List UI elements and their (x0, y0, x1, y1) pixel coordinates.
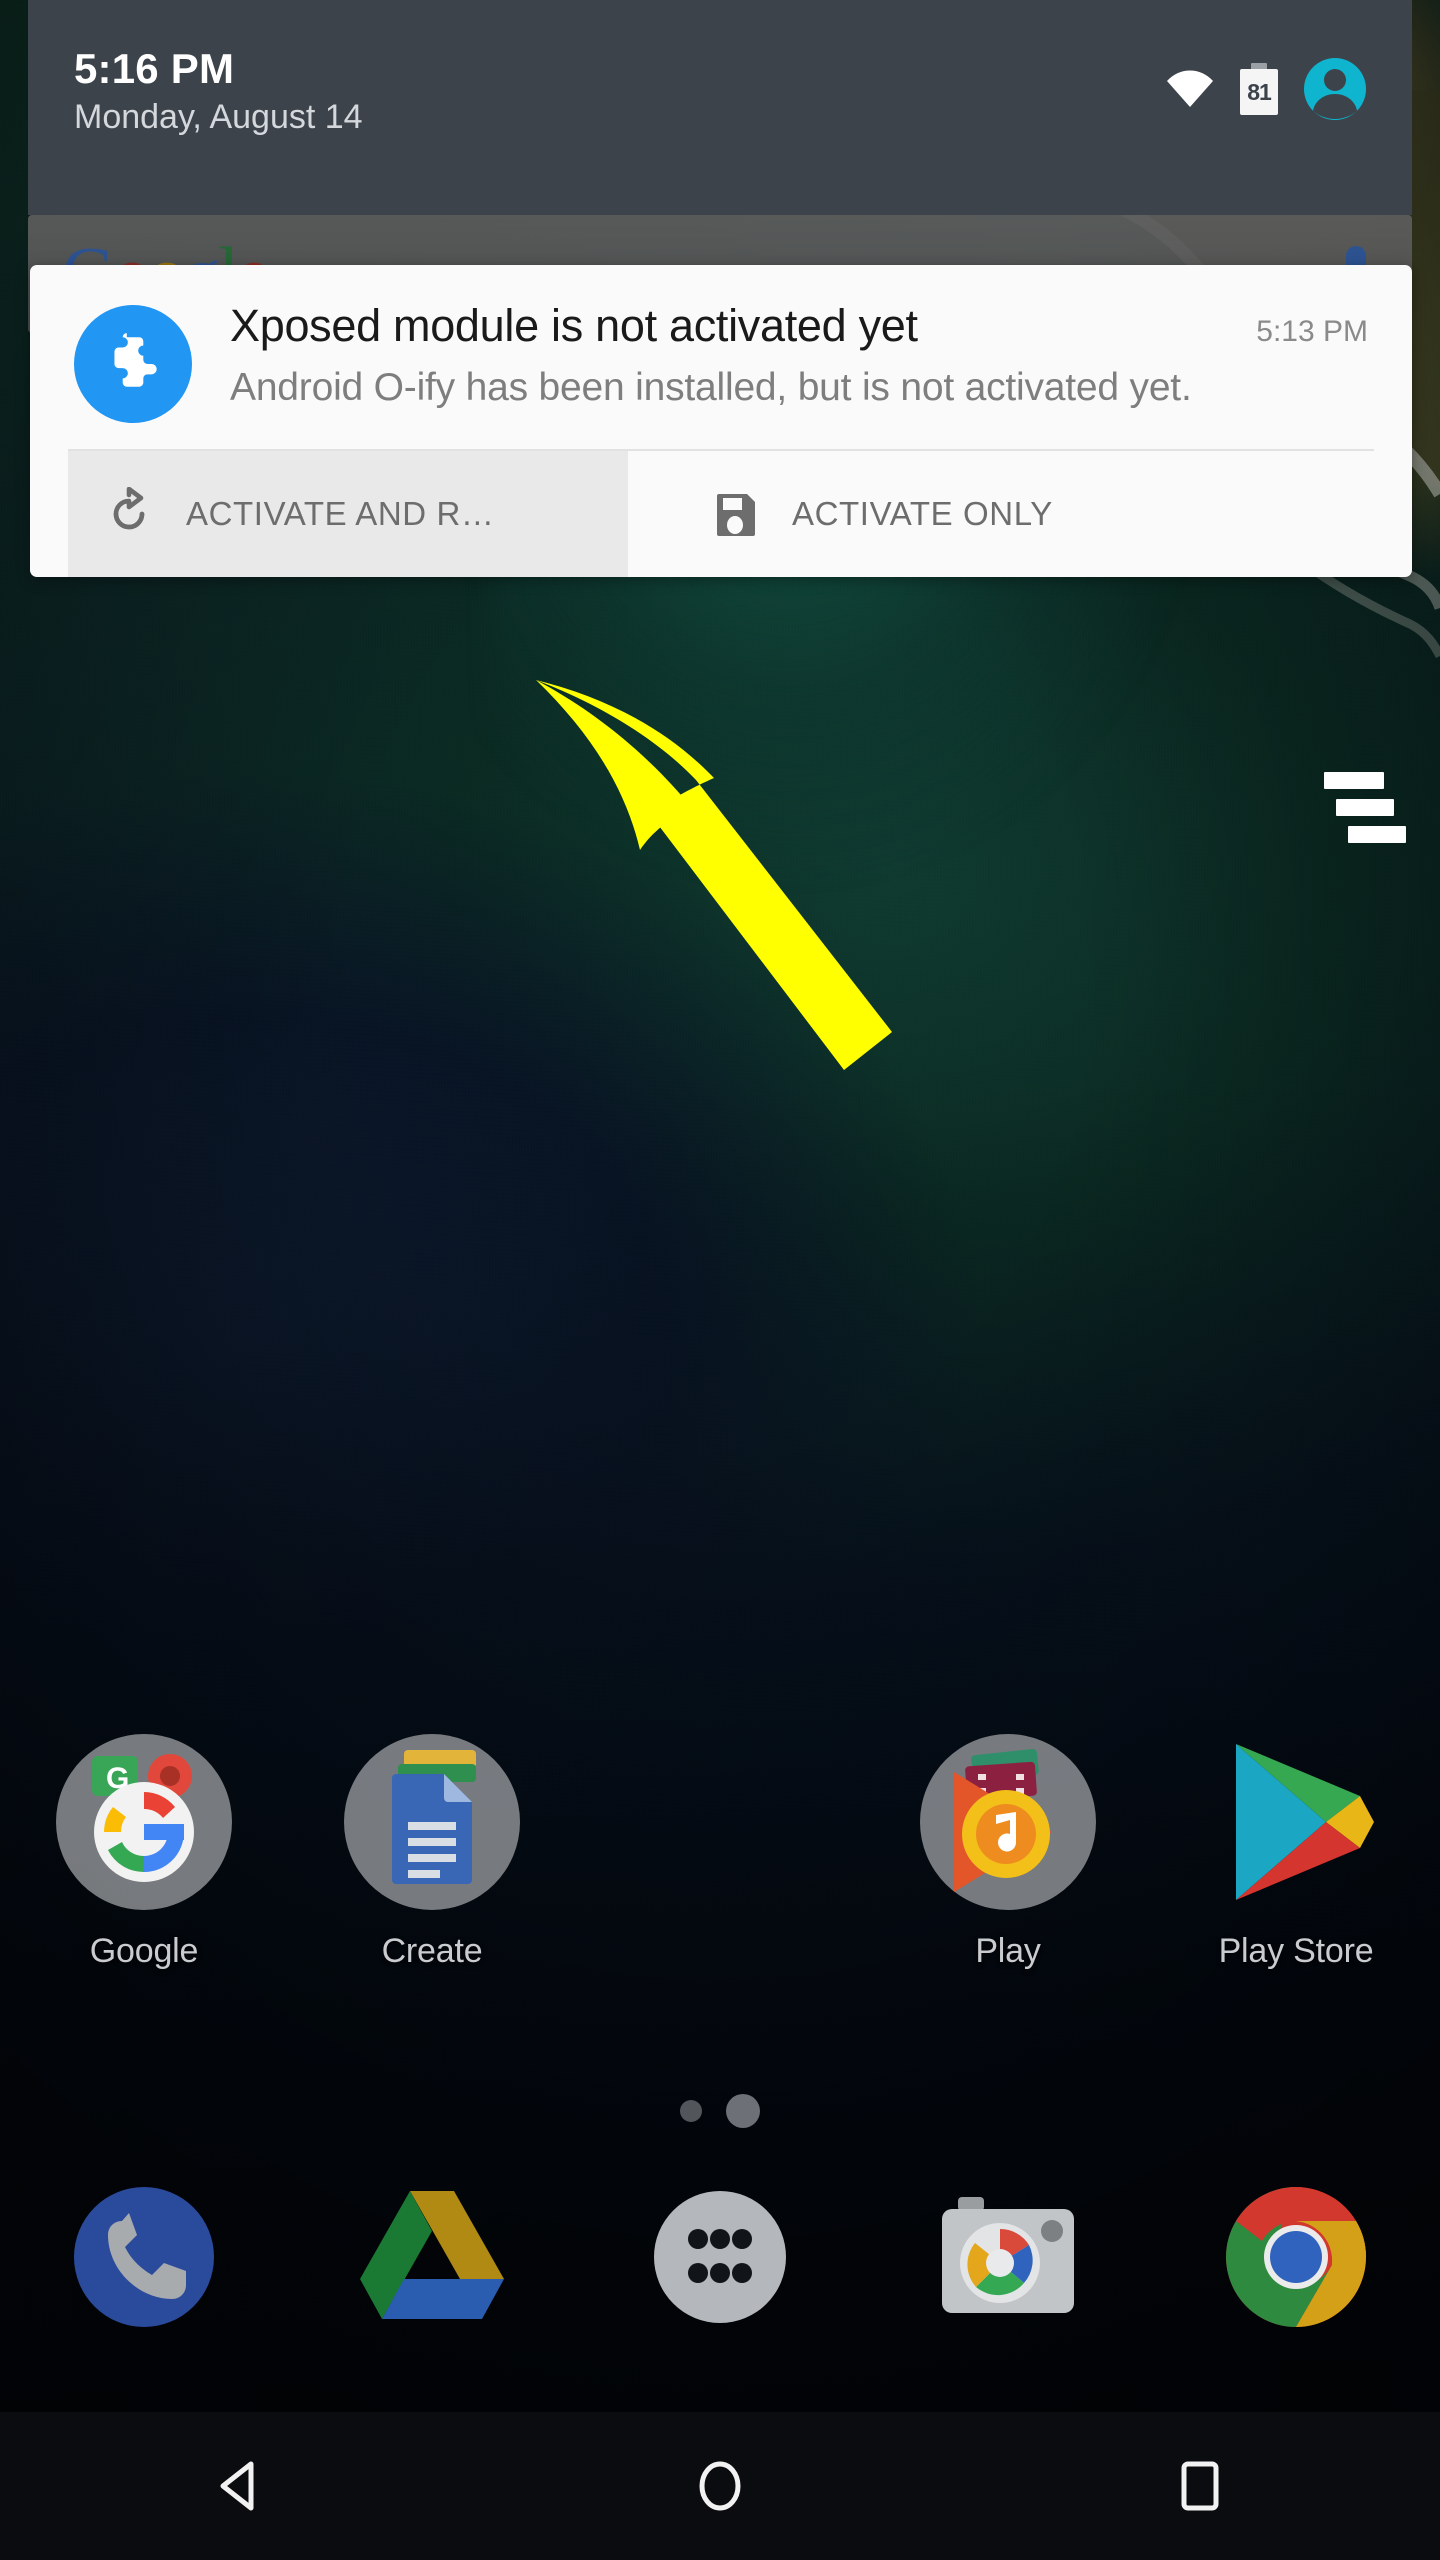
save-floppy-icon (708, 487, 762, 541)
app-play-store[interactable]: Play Store (1152, 1734, 1440, 2034)
home-screen-app-row: G Google Create Play Play Store (0, 1734, 1440, 2034)
dock-phone[interactable] (0, 2177, 288, 2337)
nav-recents-button[interactable] (960, 2456, 1440, 2516)
app-label-create: Create (381, 1932, 483, 1970)
logo-bar-1 (1324, 772, 1384, 789)
app-drawer-icon (640, 2177, 800, 2337)
notification-title: Xposed module is not activated yet (230, 300, 918, 351)
notification-actions: ACTIVATE AND R… ACTIVATE ONLY (30, 451, 1412, 577)
empty-slot-icon (632, 1734, 808, 1910)
dock-drive[interactable] (288, 2177, 576, 2337)
wifi-icon (1166, 69, 1214, 109)
dock-app-drawer[interactable] (576, 2177, 864, 2337)
battery-level-text: 81 (1247, 78, 1272, 105)
activate-only-button[interactable]: ACTIVATE ONLY (674, 451, 1087, 577)
nav-back-button[interactable] (0, 2456, 480, 2516)
clock-block: 5:16 PM Monday, August 14 (74, 45, 363, 136)
logo-bar-2 (1336, 799, 1394, 816)
page-dot-2-active[interactable] (726, 2094, 760, 2128)
notification-shade-header: 5:16 PM Monday, August 14 81 (28, 0, 1412, 215)
nav-home-button[interactable] (480, 2456, 960, 2516)
navigation-bar (0, 2412, 1440, 2560)
play-folder-icon (920, 1734, 1096, 1910)
notification-content: Xposed module is not activated yet 5:13 … (30, 265, 1412, 449)
three-bars-logo-icon (1302, 772, 1412, 850)
page-indicator (0, 2094, 1440, 2128)
status-date: Monday, August 14 (74, 98, 363, 136)
user-avatar-icon[interactable] (1304, 58, 1366, 120)
camera-icon (928, 2177, 1088, 2337)
notification-card[interactable]: Xposed module is not activated yet 5:13 … (30, 265, 1412, 577)
app-google-folder[interactable]: G Google (0, 1734, 288, 2034)
activate-and-reboot-label: ACTIVATE AND R… (186, 495, 495, 532)
recents-square-icon (1170, 2456, 1230, 2516)
app-play-folder[interactable]: Play (864, 1734, 1152, 2034)
dock-camera[interactable] (864, 2177, 1152, 2337)
refresh-reboot-icon (102, 487, 156, 541)
app-create-folder[interactable]: Create (288, 1734, 576, 2034)
google-drive-icon (352, 2177, 512, 2337)
google-folder-icon: G (56, 1734, 232, 1910)
status-icons: 81 (1166, 58, 1366, 120)
activate-only-label: ACTIVATE ONLY (792, 495, 1053, 532)
home-circle-icon (690, 2456, 750, 2516)
app-label-play: Play (975, 1932, 1041, 1970)
page-dot-1[interactable] (680, 2100, 702, 2122)
app-label-google: Google (89, 1932, 199, 1970)
phone-icon (64, 2177, 224, 2337)
android-screen: G o o g l e 5:16 PM Monday, August 14 81 (0, 0, 1440, 2560)
home-screen-dock (0, 2152, 1440, 2362)
app-empty-slot (576, 1734, 864, 2034)
activate-and-reboot-button[interactable]: ACTIVATE AND R… (68, 451, 628, 577)
play-store-icon (1208, 1734, 1384, 1910)
status-time: 5:16 PM (74, 45, 235, 92)
dock-chrome[interactable] (1152, 2177, 1440, 2337)
battery-icon: 81 (1240, 63, 1278, 115)
notification-body-text: Android O-ify has been installed, but is… (230, 366, 1192, 410)
app-label-play-store: Play Store (1218, 1932, 1374, 1970)
back-triangle-icon (210, 2456, 270, 2516)
chrome-icon (1216, 2177, 1376, 2337)
logo-bar-3 (1348, 826, 1406, 843)
notification-text-block: Xposed module is not activated yet 5:13 … (230, 299, 1374, 423)
xposed-puzzle-icon (74, 305, 192, 423)
notification-timestamp: 5:13 PM (1256, 315, 1368, 348)
docs-folder-icon (344, 1734, 520, 1910)
